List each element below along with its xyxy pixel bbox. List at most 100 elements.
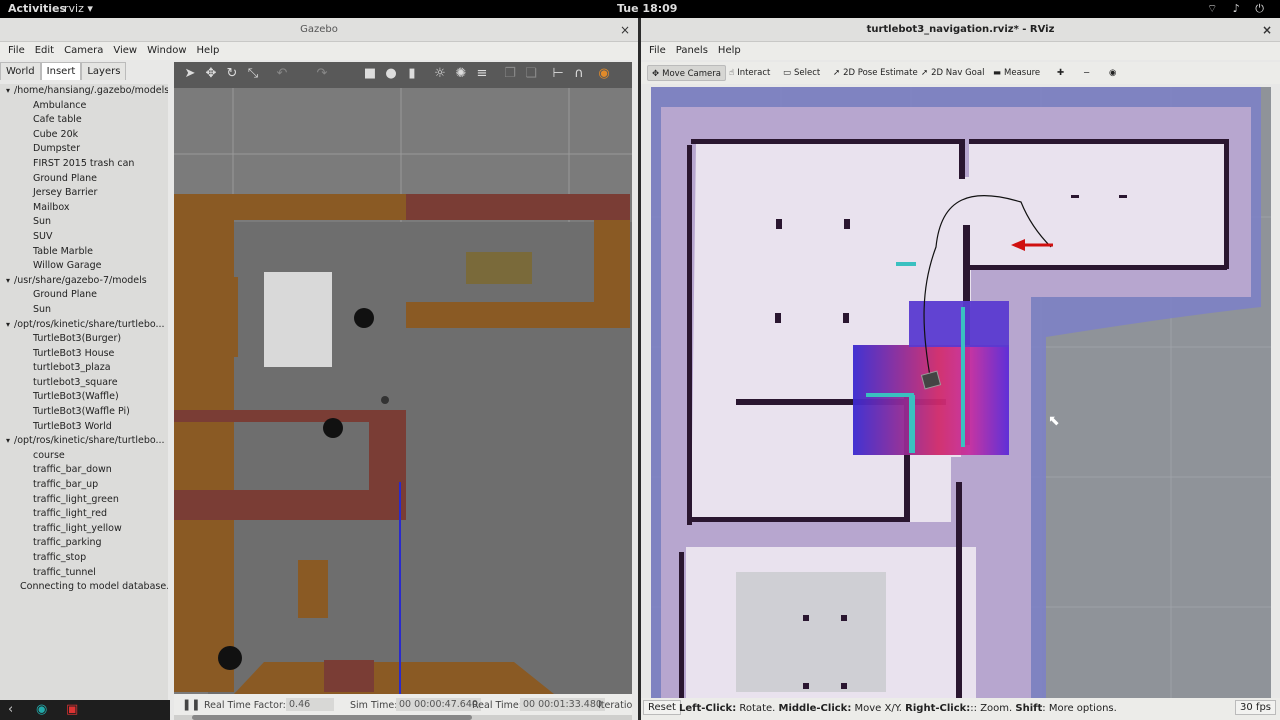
model-item[interactable]: Jersey Barrier [0, 186, 168, 201]
tool-label: 2D Nav Goal [931, 68, 985, 78]
model-tree: /home/hansiang/.gazebo/modelsAmbulanceCa… [0, 84, 168, 702]
model-item[interactable]: course [0, 449, 168, 464]
model-item[interactable]: Cube 20k [0, 128, 168, 143]
model-item[interactable]: TurtleBot3(Waffle Pi) [0, 405, 168, 420]
model-item[interactable]: Sun [0, 303, 168, 318]
model-item[interactable]: TurtleBot3 World [0, 420, 168, 435]
model-item[interactable]: TurtleBot3(Waffle) [0, 390, 168, 405]
sphere-shape-icon[interactable]: ● [383, 66, 399, 82]
menu-help[interactable]: Help [718, 45, 741, 56]
select-mode-icon[interactable]: ➤ [182, 66, 198, 82]
model-path-group[interactable]: /opt/ros/kinetic/share/turtlebo... [0, 434, 168, 449]
tool-move-camera[interactable]: ✥ Move Camera [647, 65, 726, 81]
rviz-titlebar[interactable]: turtlebot3_navigation.rviz* - RViz × [641, 18, 1280, 42]
gazebo-menubar: File Edit Camera View Window Help [0, 42, 638, 60]
menu-camera[interactable]: Camera [64, 45, 103, 56]
model-item[interactable]: turtlebot3_plaza [0, 361, 168, 376]
menu-view[interactable]: View [113, 45, 137, 56]
undo-icon[interactable]: ↶ [274, 66, 290, 82]
rotate-icon[interactable]: ↻ [224, 66, 240, 82]
model-item[interactable]: traffic_light_green [0, 493, 168, 508]
spot-light-icon[interactable]: ✺ [453, 66, 469, 82]
box-shape-icon[interactable]: ■ [362, 66, 378, 82]
tool-2d-pose-estimate[interactable]: ➚ 2D Pose Estimate [829, 65, 922, 81]
menu-edit[interactable]: Edit [35, 45, 54, 56]
tool-icon: ➚ [833, 68, 841, 78]
record-icon[interactable]: ▣ [66, 702, 78, 717]
directional-light-icon[interactable]: ≡ [474, 66, 490, 82]
tool-label: 2D Pose Estimate [843, 68, 918, 78]
model-path-group[interactable]: /usr/share/gazebo-7/models [0, 274, 168, 289]
app-icon[interactable]: ◉ [36, 702, 47, 717]
model-item[interactable]: Cafe table [0, 113, 168, 128]
cylinder-shape-icon[interactable]: ▮ [404, 66, 420, 82]
translate-icon[interactable]: ✥ [203, 66, 219, 82]
model-item[interactable]: Table Marble [0, 245, 168, 260]
tab-layers[interactable]: Layers [81, 62, 127, 80]
gazebo-3d-viewport[interactable] [174, 62, 632, 694]
gazebo-scene[interactable] [174, 62, 632, 694]
tool-2d-nav-goal[interactable]: ➚ 2D Nav Goal [917, 65, 988, 81]
horizontal-scrollbar[interactable] [174, 715, 632, 720]
paste-icon[interactable]: ❏ [523, 66, 539, 82]
tool-select[interactable]: ▭ Select [779, 65, 824, 81]
close-icon[interactable]: × [1262, 18, 1272, 42]
close-icon[interactable]: × [620, 18, 630, 42]
mouse-help-text: Left-Click: Rotate. Middle-Click: Move X… [679, 703, 1117, 714]
menu-file[interactable]: File [649, 45, 666, 56]
model-item[interactable]: traffic_stop [0, 551, 168, 566]
model-item[interactable]: traffic_light_yellow [0, 522, 168, 537]
tab-insert[interactable]: Insert [40, 62, 82, 80]
model-item[interactable]: turtlebot3_square [0, 376, 168, 391]
app-menu[interactable]: rviz ▾ [64, 2, 93, 15]
model-item[interactable]: Ground Plane [0, 172, 168, 187]
model-item[interactable]: TurtleBot3 House [0, 347, 168, 362]
snap-icon[interactable]: ∩ [571, 66, 587, 82]
toolbar-extra-icon[interactable]: ◉ [1105, 65, 1120, 81]
model-item[interactable]: Sun [0, 215, 168, 230]
pause-icon[interactable]: ❚❚ [182, 698, 200, 711]
model-item[interactable]: traffic_parking [0, 536, 168, 551]
system-status-icons[interactable]: ⌔ ♪ ⏻ [1207, 2, 1270, 16]
scrollbar-thumb[interactable] [192, 715, 472, 720]
rviz-3d-view[interactable]: ⬉ [651, 87, 1271, 698]
tab-world[interactable]: World [0, 62, 41, 80]
gazebo-titlebar[interactable]: Gazebo × [0, 18, 638, 42]
menu-file[interactable]: File [8, 45, 25, 56]
gazebo-tabs: World Insert Layers [0, 62, 168, 82]
model-item[interactable]: FIRST 2015 trash can [0, 157, 168, 172]
tool-measure[interactable]: ▬ Measure [989, 65, 1044, 81]
redo-icon[interactable]: ↷ [314, 66, 330, 82]
clock[interactable]: Tue 18:09 [617, 2, 677, 15]
menu-panels[interactable]: Panels [676, 45, 708, 56]
copy-icon[interactable]: ❐ [502, 66, 518, 82]
scale-icon[interactable]: ⤡ [245, 66, 261, 82]
model-item[interactable]: Ground Plane [0, 288, 168, 303]
back-arrow-icon[interactable]: ‹ [8, 702, 13, 717]
model-item[interactable]: Willow Garage [0, 259, 168, 274]
align-icon[interactable]: ⊢ [550, 66, 566, 82]
model-item[interactable]: traffic_bar_down [0, 463, 168, 478]
point-light-icon[interactable]: ☼ [432, 66, 448, 82]
model-item[interactable]: traffic_bar_up [0, 478, 168, 493]
activities-button[interactable]: Activities [8, 2, 66, 15]
reset-button[interactable]: Reset [643, 700, 681, 715]
menu-help[interactable]: Help [197, 45, 220, 56]
tool-interact[interactable]: ☝ Interact [725, 65, 774, 81]
costmap-view[interactable] [651, 87, 1271, 698]
model-item[interactable]: TurtleBot3(Burger) [0, 332, 168, 347]
model-item[interactable]: SUV [0, 230, 168, 245]
model-item[interactable]: traffic_tunnel [0, 566, 168, 581]
model-item[interactable]: Mailbox [0, 201, 168, 216]
toolbar-extra-icon[interactable]: ✚ [1053, 65, 1068, 81]
rtf-label: Real Time Factor: [204, 700, 286, 711]
toolbar-extra-icon[interactable]: − [1079, 65, 1094, 81]
screenshot-icon[interactable]: ◉ [596, 66, 612, 82]
model-item[interactable]: Dumpster [0, 142, 168, 157]
model-item[interactable]: Ambulance [0, 99, 168, 114]
model-item[interactable]: traffic_light_red [0, 507, 168, 522]
model-path-group[interactable]: /home/hansiang/.gazebo/models [0, 84, 168, 99]
model-path-group[interactable]: /opt/ros/kinetic/share/turtlebo... [0, 318, 168, 333]
gazebo-toolbar: ➤ ✥ ↻ ⤡ ↶ ↷ ■ ● ▮ ☼ ✺ ≡ ❐ ❏ ⊢ ∩ ◉ [174, 62, 632, 88]
menu-window[interactable]: Window [147, 45, 186, 56]
